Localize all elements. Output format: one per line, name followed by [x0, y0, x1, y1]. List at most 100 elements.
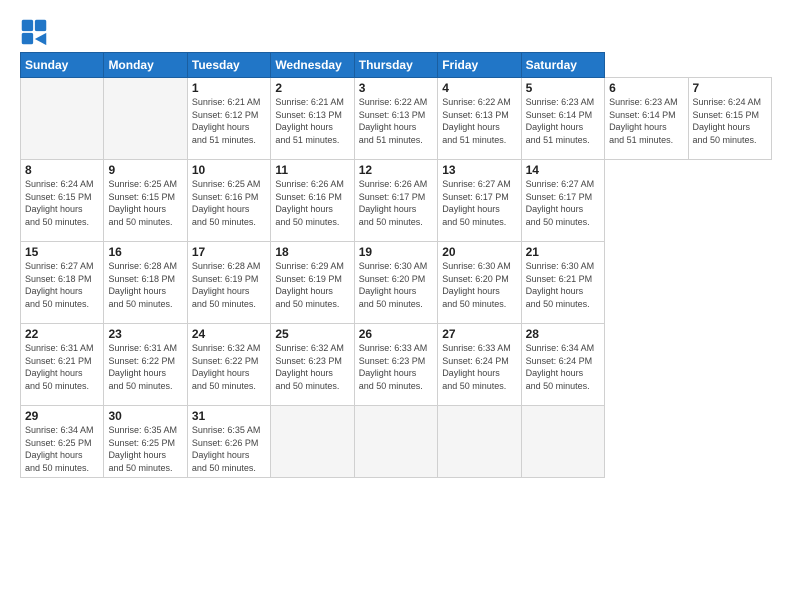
day-info: Sunrise: 6:27 AM Sunset: 6:18 PM Dayligh… [25, 260, 99, 310]
logo [20, 18, 52, 46]
calendar-cell: 30 Sunrise: 6:35 AM Sunset: 6:25 PM Dayl… [104, 406, 187, 478]
calendar-cell: 17 Sunrise: 6:28 AM Sunset: 6:19 PM Dayl… [187, 242, 270, 324]
day-info: Sunrise: 6:33 AM Sunset: 6:23 PM Dayligh… [359, 342, 433, 392]
calendar-table: SundayMondayTuesdayWednesdayThursdayFrid… [20, 52, 772, 478]
day-number: 8 [25, 163, 99, 177]
day-number: 9 [108, 163, 182, 177]
calendar-week-row: 8 Sunrise: 6:24 AM Sunset: 6:15 PM Dayli… [21, 160, 772, 242]
day-number: 20 [442, 245, 516, 259]
day-info: Sunrise: 6:31 AM Sunset: 6:22 PM Dayligh… [108, 342, 182, 392]
weekday-header-tuesday: Tuesday [187, 53, 270, 78]
day-number: 28 [526, 327, 600, 341]
day-info: Sunrise: 6:35 AM Sunset: 6:26 PM Dayligh… [192, 424, 266, 474]
day-number: 27 [442, 327, 516, 341]
day-number: 2 [275, 81, 349, 95]
calendar-cell: 14 Sunrise: 6:27 AM Sunset: 6:17 PM Dayl… [521, 160, 604, 242]
day-info: Sunrise: 6:28 AM Sunset: 6:19 PM Dayligh… [192, 260, 266, 310]
day-info: Sunrise: 6:28 AM Sunset: 6:18 PM Dayligh… [108, 260, 182, 310]
day-number: 29 [25, 409, 99, 423]
calendar-cell: 18 Sunrise: 6:29 AM Sunset: 6:19 PM Dayl… [271, 242, 354, 324]
day-number: 23 [108, 327, 182, 341]
calendar-cell: 25 Sunrise: 6:32 AM Sunset: 6:23 PM Dayl… [271, 324, 354, 406]
day-info: Sunrise: 6:27 AM Sunset: 6:17 PM Dayligh… [526, 178, 600, 228]
calendar-week-row: 22 Sunrise: 6:31 AM Sunset: 6:21 PM Dayl… [21, 324, 772, 406]
day-info: Sunrise: 6:25 AM Sunset: 6:15 PM Dayligh… [108, 178, 182, 228]
day-number: 26 [359, 327, 433, 341]
calendar-cell: 22 Sunrise: 6:31 AM Sunset: 6:21 PM Dayl… [21, 324, 104, 406]
day-info: Sunrise: 6:34 AM Sunset: 6:25 PM Dayligh… [25, 424, 99, 474]
day-info: Sunrise: 6:34 AM Sunset: 6:24 PM Dayligh… [526, 342, 600, 392]
calendar-cell: 12 Sunrise: 6:26 AM Sunset: 6:17 PM Dayl… [354, 160, 437, 242]
day-info: Sunrise: 6:29 AM Sunset: 6:19 PM Dayligh… [275, 260, 349, 310]
weekday-header-thursday: Thursday [354, 53, 437, 78]
day-info: Sunrise: 6:26 AM Sunset: 6:17 PM Dayligh… [359, 178, 433, 228]
day-number: 3 [359, 81, 433, 95]
day-number: 1 [192, 81, 266, 95]
calendar-cell: 10 Sunrise: 6:25 AM Sunset: 6:16 PM Dayl… [187, 160, 270, 242]
calendar-cell: 8 Sunrise: 6:24 AM Sunset: 6:15 PM Dayli… [21, 160, 104, 242]
day-number: 21 [526, 245, 600, 259]
calendar-cell: 23 Sunrise: 6:31 AM Sunset: 6:22 PM Dayl… [104, 324, 187, 406]
header [20, 18, 772, 46]
logo-icon [20, 18, 48, 46]
calendar-cell: 9 Sunrise: 6:25 AM Sunset: 6:15 PM Dayli… [104, 160, 187, 242]
day-number: 12 [359, 163, 433, 177]
day-number: 24 [192, 327, 266, 341]
day-number: 5 [526, 81, 600, 95]
calendar-cell: 24 Sunrise: 6:32 AM Sunset: 6:22 PM Dayl… [187, 324, 270, 406]
weekday-header-saturday: Saturday [521, 53, 604, 78]
day-info: Sunrise: 6:30 AM Sunset: 6:20 PM Dayligh… [359, 260, 433, 310]
day-info: Sunrise: 6:23 AM Sunset: 6:14 PM Dayligh… [526, 96, 600, 146]
calendar-cell: 19 Sunrise: 6:30 AM Sunset: 6:20 PM Dayl… [354, 242, 437, 324]
day-info: Sunrise: 6:22 AM Sunset: 6:13 PM Dayligh… [442, 96, 516, 146]
day-number: 19 [359, 245, 433, 259]
day-number: 31 [192, 409, 266, 423]
day-number: 14 [526, 163, 600, 177]
day-info: Sunrise: 6:31 AM Sunset: 6:21 PM Dayligh… [25, 342, 99, 392]
calendar-cell [438, 406, 521, 478]
calendar-cell: 16 Sunrise: 6:28 AM Sunset: 6:18 PM Dayl… [104, 242, 187, 324]
calendar-cell: 21 Sunrise: 6:30 AM Sunset: 6:21 PM Dayl… [521, 242, 604, 324]
day-number: 6 [609, 81, 683, 95]
calendar-cell: 20 Sunrise: 6:30 AM Sunset: 6:20 PM Dayl… [438, 242, 521, 324]
day-number: 7 [693, 81, 768, 95]
day-info: Sunrise: 6:27 AM Sunset: 6:17 PM Dayligh… [442, 178, 516, 228]
calendar-cell [104, 78, 187, 160]
day-info: Sunrise: 6:22 AM Sunset: 6:13 PM Dayligh… [359, 96, 433, 146]
day-info: Sunrise: 6:30 AM Sunset: 6:20 PM Dayligh… [442, 260, 516, 310]
calendar-week-row: 29 Sunrise: 6:34 AM Sunset: 6:25 PM Dayl… [21, 406, 772, 478]
calendar-cell: 31 Sunrise: 6:35 AM Sunset: 6:26 PM Dayl… [187, 406, 270, 478]
calendar-cell: 26 Sunrise: 6:33 AM Sunset: 6:23 PM Dayl… [354, 324, 437, 406]
weekday-header-sunday: Sunday [21, 53, 104, 78]
weekday-header-wednesday: Wednesday [271, 53, 354, 78]
day-number: 4 [442, 81, 516, 95]
calendar-cell: 29 Sunrise: 6:34 AM Sunset: 6:25 PM Dayl… [21, 406, 104, 478]
day-info: Sunrise: 6:30 AM Sunset: 6:21 PM Dayligh… [526, 260, 600, 310]
calendar-cell: 5 Sunrise: 6:23 AM Sunset: 6:14 PM Dayli… [521, 78, 604, 160]
calendar-cell: 27 Sunrise: 6:33 AM Sunset: 6:24 PM Dayl… [438, 324, 521, 406]
weekday-header-monday: Monday [104, 53, 187, 78]
day-info: Sunrise: 6:21 AM Sunset: 6:13 PM Dayligh… [275, 96, 349, 146]
day-info: Sunrise: 6:24 AM Sunset: 6:15 PM Dayligh… [693, 96, 768, 146]
calendar-cell: 1 Sunrise: 6:21 AM Sunset: 6:12 PM Dayli… [187, 78, 270, 160]
calendar-cell [271, 406, 354, 478]
weekday-header-row: SundayMondayTuesdayWednesdayThursdayFrid… [21, 53, 772, 78]
calendar-cell: 28 Sunrise: 6:34 AM Sunset: 6:24 PM Dayl… [521, 324, 604, 406]
day-info: Sunrise: 6:32 AM Sunset: 6:22 PM Dayligh… [192, 342, 266, 392]
calendar-cell: 7 Sunrise: 6:24 AM Sunset: 6:15 PM Dayli… [688, 78, 772, 160]
calendar-page: SundayMondayTuesdayWednesdayThursdayFrid… [0, 0, 792, 612]
day-info: Sunrise: 6:21 AM Sunset: 6:12 PM Dayligh… [192, 96, 266, 146]
calendar-week-row: 1 Sunrise: 6:21 AM Sunset: 6:12 PM Dayli… [21, 78, 772, 160]
day-number: 15 [25, 245, 99, 259]
day-info: Sunrise: 6:24 AM Sunset: 6:15 PM Dayligh… [25, 178, 99, 228]
day-number: 18 [275, 245, 349, 259]
day-info: Sunrise: 6:35 AM Sunset: 6:25 PM Dayligh… [108, 424, 182, 474]
day-number: 13 [442, 163, 516, 177]
calendar-cell [521, 406, 604, 478]
day-number: 10 [192, 163, 266, 177]
calendar-cell: 2 Sunrise: 6:21 AM Sunset: 6:13 PM Dayli… [271, 78, 354, 160]
day-number: 25 [275, 327, 349, 341]
day-number: 16 [108, 245, 182, 259]
day-info: Sunrise: 6:32 AM Sunset: 6:23 PM Dayligh… [275, 342, 349, 392]
day-number: 17 [192, 245, 266, 259]
